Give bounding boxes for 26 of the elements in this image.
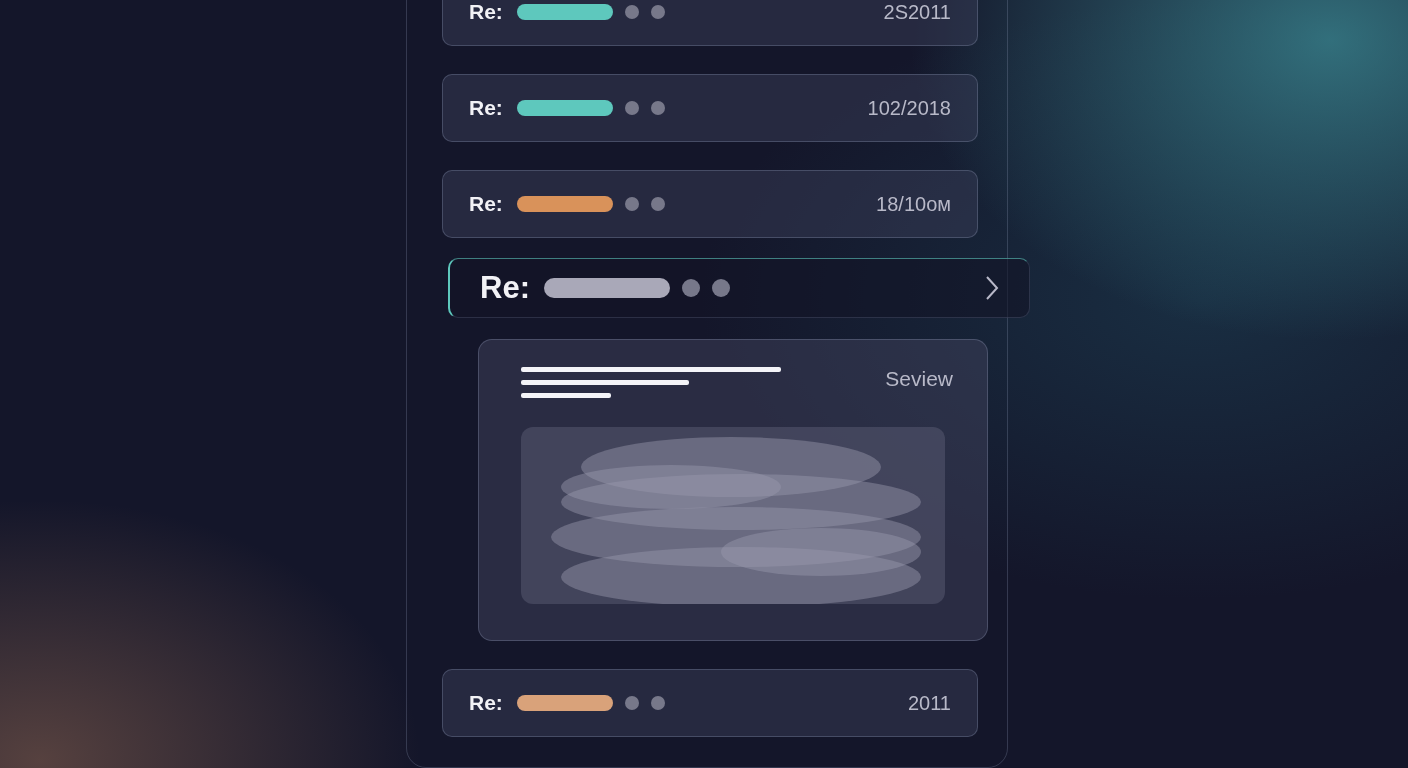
dot-icon <box>650 197 665 211</box>
dot-icon <box>681 279 700 297</box>
message-row[interactable]: Re: 102/2018 <box>442 74 978 142</box>
dot-icon <box>624 5 639 19</box>
subject-prefix: Re: <box>469 691 503 715</box>
message-row[interactable]: Re: 2011 <box>442 669 978 737</box>
preview-label: Seview <box>885 367 953 391</box>
message-date: 102/2018 <box>867 96 951 120</box>
subject-prefix: Re: <box>469 96 503 120</box>
message-row[interactable]: Re: 2S2011 <box>442 0 978 46</box>
subject-prefix: Re: <box>469 0 503 24</box>
dot-icon <box>650 5 665 19</box>
message-date: 18/10oм <box>876 192 951 216</box>
chevron-right-icon[interactable] <box>985 276 999 300</box>
dot-icon <box>624 696 639 710</box>
dot-icon <box>650 696 665 710</box>
dot-icon <box>711 279 730 297</box>
message-date: 2011 <box>908 691 951 715</box>
dot-icon <box>624 197 639 211</box>
message-row[interactable]: Re: <box>448 258 1030 318</box>
subject-prefix: Re: <box>469 192 503 216</box>
message-row[interactable]: Re: 18/10oм <box>442 170 978 238</box>
message-date: 2S2011 <box>883 0 951 24</box>
subject-prefix: Re: <box>480 270 530 306</box>
dot-icon <box>624 101 639 115</box>
dot-icon <box>650 101 665 115</box>
